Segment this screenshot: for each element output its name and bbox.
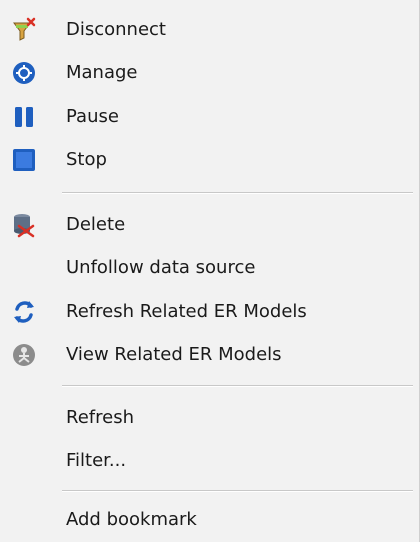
menu-item-label: Delete xyxy=(66,214,126,235)
menu-item-pause[interactable]: Pause xyxy=(0,97,419,137)
menu-item-unfollow-data-source[interactable]: Unfollow data source xyxy=(0,248,419,288)
menu-item-label: Unfollow data source xyxy=(66,257,256,278)
refresh-arrows-icon xyxy=(11,299,37,325)
menu-separator xyxy=(62,192,413,194)
menu-item-view-related-er-models[interactable]: View Related ER Models xyxy=(0,335,419,375)
manage-icon xyxy=(11,60,37,86)
menu-item-filter[interactable]: Filter... xyxy=(0,441,419,481)
menu-item-add-bookmark[interactable]: Add bookmark xyxy=(0,500,419,540)
menu-item-disconnect[interactable]: Disconnect xyxy=(0,10,419,50)
menu-separator xyxy=(62,385,413,387)
menu-separator xyxy=(62,490,413,492)
menu-item-label: Refresh Related ER Models xyxy=(66,301,307,322)
view-models-icon xyxy=(11,342,37,368)
database-delete-icon xyxy=(11,212,37,238)
pause-icon xyxy=(11,104,37,130)
funnel-disconnect-icon xyxy=(11,17,37,43)
menu-item-manage[interactable]: Manage xyxy=(0,53,419,93)
stop-icon xyxy=(11,147,37,173)
menu-item-label: Stop xyxy=(66,149,107,170)
menu-item-label: Filter... xyxy=(66,450,127,471)
menu-item-refresh[interactable]: Refresh xyxy=(0,398,419,438)
menu-item-label: View Related ER Models xyxy=(66,344,282,365)
menu-item-label: Refresh xyxy=(66,407,134,428)
menu-item-label: Pause xyxy=(66,106,119,127)
menu-item-delete[interactable]: Delete xyxy=(0,205,419,245)
menu-item-stop[interactable]: Stop xyxy=(0,140,419,180)
menu-item-refresh-related-er-models[interactable]: Refresh Related ER Models xyxy=(0,292,419,332)
menu-item-label: Manage xyxy=(66,62,138,83)
menu-item-label: Disconnect xyxy=(66,19,166,40)
context-menu: Disconnect Manage Pause Stop Delete Unfo… xyxy=(0,0,420,542)
menu-item-label: Add bookmark xyxy=(66,509,197,530)
